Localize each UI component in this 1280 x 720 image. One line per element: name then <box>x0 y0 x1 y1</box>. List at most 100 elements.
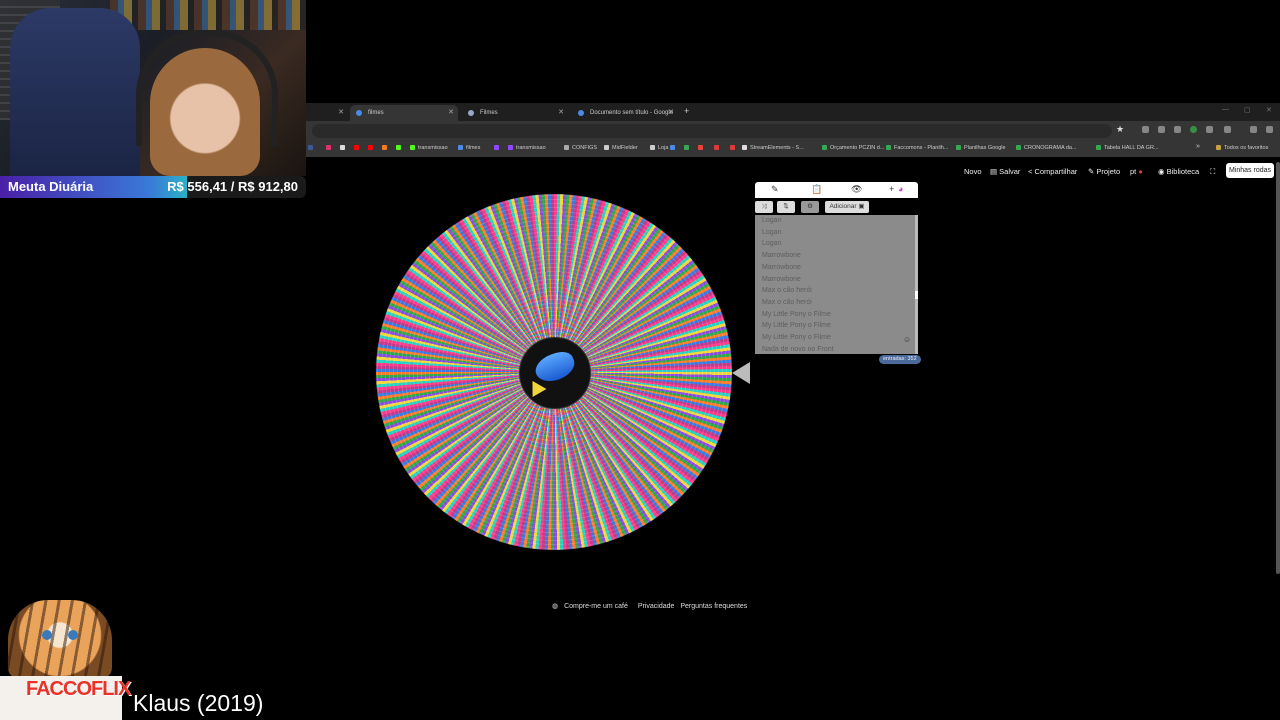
bookmark-item[interactable]: transmissao <box>508 145 546 151</box>
all-bookmarks-button[interactable]: Todos os favoritos <box>1216 145 1268 151</box>
wheel-center-hub[interactable] <box>519 337 591 409</box>
smiley-icon[interactable]: ☺ <box>903 335 911 344</box>
bookmark-item[interactable]: CRONOGRAMA da... <box>1016 145 1077 151</box>
entry-item[interactable]: My Little Pony o Filme <box>762 334 831 341</box>
folder-icon <box>1216 145 1221 151</box>
language-button[interactable]: pt ● <box>1130 167 1143 176</box>
bookmark-item[interactable] <box>340 145 348 151</box>
pencil-icon[interactable]: ✎ <box>771 184 779 195</box>
bookmark-favicon-icon <box>458 145 463 151</box>
tab-0[interactable]: ✕ <box>306 105 348 121</box>
tab-favicon-icon <box>578 110 584 116</box>
bookmark-item[interactable] <box>368 145 376 151</box>
entry-item[interactable]: Marrowbone <box>762 276 801 283</box>
profile-icon[interactable] <box>1250 126 1257 133</box>
entry-item[interactable]: My Little Pony o Filme <box>762 311 831 318</box>
close-window-icon[interactable]: ✕ <box>1266 106 1272 114</box>
bookmark-item[interactable]: transmissao <box>410 145 448 151</box>
entry-item[interactable]: Logan <box>762 217 781 224</box>
puzzle-extensions-icon[interactable] <box>1224 126 1231 133</box>
sort-button[interactable]: ⇅ <box>777 201 795 213</box>
bookmark-item[interactable] <box>326 145 334 151</box>
tab-favicon-icon <box>356 110 362 116</box>
scrollbar-thumb[interactable] <box>915 291 918 299</box>
bookmark-item[interactable] <box>494 145 502 151</box>
bookmark-star-icon[interactable]: ★ <box>1116 124 1124 135</box>
entry-item[interactable]: Logan <box>762 240 781 247</box>
bookmark-item[interactable] <box>308 145 316 151</box>
bookmark-item[interactable] <box>698 145 706 151</box>
bookmark-favicon-icon <box>382 145 387 151</box>
entry-item[interactable]: Logan <box>762 229 781 236</box>
entry-item[interactable]: Marrowbone <box>762 252 801 259</box>
adicionar-label: Adicionar <box>829 203 857 210</box>
entry-item[interactable]: Max o cão herói <box>762 287 812 294</box>
compartilhar-button[interactable]: < Compartilhar <box>1028 167 1077 176</box>
tab-filmes-active[interactable]: filmes ✕ <box>350 105 458 121</box>
coffee-link[interactable]: ◍ Compre-me um café <box>552 603 632 610</box>
add-icon[interactable]: + <box>889 184 894 194</box>
privacy-link[interactable]: Privacidade <box>638 603 675 610</box>
address-bar-row: ★ <box>306 121 1280 141</box>
salvar-button[interactable]: ▤ Salvar <box>990 167 1020 176</box>
entry-item[interactable]: My Little Pony o Filme <box>762 322 831 329</box>
entry-item[interactable]: Nada de novo no Front <box>762 346 834 353</box>
close-tab-icon[interactable]: ✕ <box>338 105 344 121</box>
bookmark-item[interactable] <box>670 145 678 151</box>
adicionar-button[interactable]: Adicionar ▣ <box>825 201 869 213</box>
fullscreen-icon[interactable]: ⛶ <box>1210 167 1215 177</box>
bookmark-item[interactable]: Tabela HALL DA GR... <box>1096 145 1159 151</box>
tab-google-doc[interactable]: Documento sem título - Google ✕ <box>572 105 678 121</box>
shuffle-button[interactable]: ⤨ <box>755 201 773 213</box>
address-input[interactable] <box>312 124 1112 138</box>
maximize-icon[interactable]: ▢ <box>1244 106 1251 114</box>
bookmark-item[interactable] <box>714 145 722 151</box>
minhas-rodas-button[interactable]: Minhas rodas <box>1226 163 1274 178</box>
bookmark-label: transmissao <box>516 145 546 151</box>
projeto-button[interactable]: ✎ Projeto <box>1088 167 1120 176</box>
entries-scrollbar[interactable] <box>915 215 918 354</box>
spin-wheel[interactable] <box>376 194 732 550</box>
bookmark-item[interactable] <box>684 145 692 151</box>
bookmark-item[interactable]: filmes <box>458 145 480 151</box>
close-tab-icon[interactable]: ✕ <box>558 105 564 121</box>
clipboard-icon[interactable]: 📋 <box>811 184 822 195</box>
tab-label: Documento sem título - Google <box>590 110 674 116</box>
faq-link[interactable]: Perguntas frequentes <box>680 603 747 610</box>
bookmark-item[interactable] <box>396 145 404 151</box>
bookmark-item[interactable]: StreamElements - S... <box>742 145 804 151</box>
bookmark-item[interactable] <box>730 145 738 151</box>
extension-icon[interactable] <box>1142 126 1149 133</box>
tab-filmes[interactable]: Filmes ✕ <box>462 105 568 121</box>
entry-item[interactable]: Marrowbone <box>762 264 801 271</box>
new-tab-button[interactable]: + <box>684 106 689 116</box>
bookmarks-overflow-button[interactable]: » <box>1196 143 1200 150</box>
page-scrollbar[interactable] <box>1276 162 1280 574</box>
minimize-icon[interactable]: — <box>1222 106 1229 113</box>
entries-list[interactable]: ☺ Logan Logan Logan Marrowbone Marrowbone Mar… <box>755 215 915 354</box>
bookmark-item[interactable]: MidFielder <box>604 145 638 151</box>
bookmark-item[interactable]: Faccomons - Planilh... <box>886 145 948 151</box>
projeto-label: Projeto <box>1096 167 1121 176</box>
eye-off-icon[interactable]: 👁 <box>851 184 862 195</box>
extension-icon[interactable] <box>1206 126 1213 133</box>
menu-icon[interactable] <box>1266 126 1273 133</box>
bookmark-item[interactable]: Planilhas Google <box>956 145 1006 151</box>
close-tab-icon[interactable]: ✕ <box>448 105 454 121</box>
close-tab-icon[interactable]: ✕ <box>668 105 674 121</box>
novo-button[interactable]: Novo <box>964 167 982 176</box>
settings-button[interactable]: ⚙ <box>801 201 819 213</box>
bookmark-item[interactable]: Orçamento PCZIN d... <box>822 145 884 151</box>
biblioteca-button[interactable]: ◉ Biblioteca <box>1158 167 1199 176</box>
extension-icon[interactable] <box>1190 126 1197 133</box>
bookmark-item[interactable]: CONFIGS <box>564 145 597 151</box>
bookmark-item[interactable]: Loja <box>650 145 668 151</box>
tab-label: filmes <box>368 110 384 116</box>
page-footer: ◍ Compre-me um café Privacidade Pergunta… <box>552 602 751 610</box>
entry-item[interactable]: Max o cão herói <box>762 299 812 306</box>
bookmark-item[interactable] <box>382 145 390 151</box>
bookmark-item[interactable] <box>354 145 362 151</box>
pencil-extension-icon[interactable] <box>1174 126 1181 133</box>
palette-icon[interactable]: ◕ <box>898 184 903 194</box>
extension-icon[interactable] <box>1158 126 1165 133</box>
